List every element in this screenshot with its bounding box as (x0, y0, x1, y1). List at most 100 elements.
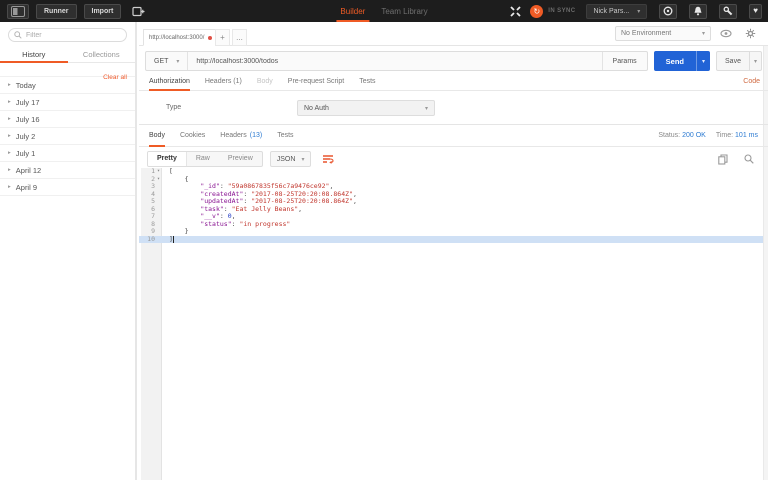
tab-collections[interactable]: Collections (68, 47, 136, 62)
code-line-1[interactable]: 1▾[ (139, 168, 763, 176)
response-meta: Status: 200 OK Time: 101 ms (658, 132, 758, 139)
url-input[interactable] (188, 52, 601, 70)
new-tab-button[interactable]: + (215, 29, 230, 46)
fold-caret-icon[interactable]: ▾ (157, 176, 160, 184)
notifications-button[interactable] (689, 4, 707, 19)
auth-type-label: Type (166, 104, 181, 111)
method-value: GET (154, 58, 168, 65)
top-bar: Runner Import Builder Team Library ↻ IN … (0, 0, 768, 22)
request-tab-title: http://localhost:3000/ (149, 35, 204, 41)
unsaved-dot-icon (208, 36, 212, 40)
gear-icon (745, 28, 756, 39)
response-body-editor[interactable]: 1▾[2▾ {3 "_id": "59a0867835f56c7a9476ce9… (139, 168, 763, 480)
status-value: 200 OK (682, 132, 706, 139)
dashboard-icon (663, 6, 673, 16)
tab-team-library[interactable]: Team Library (381, 0, 427, 22)
user-name: Nick Pars... (593, 8, 629, 15)
code-line-8[interactable]: 8 "status": "in progress" (139, 221, 763, 229)
send-split-button: Send ▾ (654, 51, 710, 71)
chevron-down-icon: ▾ (425, 105, 428, 112)
sidebar-toggle-button[interactable] (7, 4, 29, 19)
runner-button[interactable]: Runner (36, 4, 77, 19)
search-response-button[interactable] (740, 152, 758, 167)
chevron-down-icon: ▾ (176, 58, 179, 65)
auth-type-select[interactable]: No Auth ▾ (297, 100, 435, 116)
tab-response-body[interactable]: Body (149, 125, 165, 146)
environment-select[interactable]: No Environment ▾ (615, 26, 711, 41)
new-window-button[interactable] (128, 4, 149, 19)
chevron-down-icon: ▾ (637, 8, 640, 15)
search-icon (14, 31, 22, 39)
env-preview-button[interactable] (716, 26, 736, 41)
tab-history[interactable]: History (0, 47, 68, 62)
import-button[interactable]: Import (84, 4, 122, 19)
sidebar-toggle-icon (11, 6, 25, 17)
view-mode-raw[interactable]: Raw (187, 152, 219, 166)
magnifier-icon (744, 154, 754, 164)
params-button[interactable]: Params (602, 52, 647, 70)
history-group-july-2[interactable]: ▸July 2 (0, 128, 135, 145)
method-select[interactable]: GET ▾ (146, 52, 188, 70)
tab-response-cookies[interactable]: Cookies (180, 125, 205, 146)
tab-authorization[interactable]: Authorization (149, 73, 190, 90)
wrap-text-button[interactable] (318, 152, 338, 167)
history-group-july-16[interactable]: ▸July 16 (0, 111, 135, 128)
time-pair: Time: 101 ms (716, 132, 758, 139)
chevron-down-icon: ▾ (702, 30, 705, 37)
tab-builder-label: Builder (340, 7, 365, 16)
chevron-right-icon: ▸ (8, 167, 11, 173)
history-group-april-12[interactable]: ▸ April 12 (0, 162, 135, 179)
user-menu-button[interactable]: Nick Pars... ▾ (586, 4, 647, 19)
tab-response-headers[interactable]: Headers (13) (220, 125, 262, 146)
fold-caret-icon[interactable]: ▾ (157, 168, 160, 176)
wrench-icon (723, 6, 733, 16)
tab-body[interactable]: Body (257, 73, 273, 90)
code-line-10[interactable]: 10] (139, 236, 763, 244)
view-mode-pretty[interactable]: Pretty (148, 152, 187, 166)
history-group-label: April 12 (16, 166, 41, 175)
request-section-tabs: Authorization Headers (1) Body Pre-reque… (139, 73, 768, 91)
code-line-9[interactable]: 9 } (139, 228, 763, 236)
main-panel: http://localhost:3000/ + ... No Environm… (139, 22, 768, 480)
save-options-caret[interactable]: ▾ (749, 52, 761, 70)
environment-value: No Environment (621, 30, 671, 37)
tab-tests[interactable]: Tests (359, 73, 375, 90)
filter-box (8, 28, 127, 42)
view-mode-preview[interactable]: Preview (219, 152, 262, 166)
tab-pre-request-script[interactable]: Pre-request Script (288, 73, 344, 90)
filter-input[interactable] (26, 32, 116, 39)
support-button[interactable]: ♥ (749, 4, 762, 19)
sidebar: History Collections Clear all ▸Today▸Jul… (0, 22, 137, 480)
authorization-panel: Type No Auth ▾ (139, 91, 768, 125)
tab-response-tests[interactable]: Tests (277, 125, 293, 146)
env-settings-button[interactable] (741, 26, 760, 41)
chevron-right-icon: ▸ (8, 184, 11, 190)
generate-code-link[interactable]: Code (743, 78, 760, 85)
tab-builder[interactable]: Builder (340, 0, 365, 22)
tab-headers[interactable]: Headers (1) (205, 73, 242, 90)
format-select[interactable]: JSON ▾ (270, 151, 312, 167)
interceptor-icon (510, 6, 521, 17)
save-button[interactable]: Save (717, 52, 749, 70)
tab-label: Body (149, 132, 165, 139)
clear-all-link[interactable]: Clear all (103, 74, 127, 81)
tab-label: Cookies (180, 132, 205, 139)
main-nav: Builder Team Library (340, 0, 427, 22)
tab-menu-button[interactable]: ... (232, 29, 247, 46)
line-number: 10 (141, 236, 155, 244)
interceptor-button[interactable] (506, 4, 525, 19)
editor-lines: 1▾[2▾ {3 "_id": "59a0867835f56c7a9476ce9… (139, 168, 763, 243)
text-cursor (173, 236, 174, 243)
history-group-july-17[interactable]: ▸July 17 (0, 94, 135, 111)
send-button[interactable]: Send (654, 51, 696, 71)
settings-button[interactable] (719, 4, 737, 19)
request-tab[interactable]: http://localhost:3000/ (143, 29, 218, 46)
history-group-april-9[interactable]: ▸April 9 (0, 179, 135, 196)
copy-button[interactable] (714, 152, 732, 167)
dashboard-button[interactable] (659, 4, 677, 19)
history-group-july-1[interactable]: ▸July 1 (0, 145, 135, 162)
send-options-caret[interactable]: ▾ (696, 51, 710, 71)
sync-status-icon[interactable]: ↻ (530, 5, 543, 18)
save-split-button: Save ▾ (716, 51, 762, 71)
time-label: Time: (716, 132, 733, 139)
